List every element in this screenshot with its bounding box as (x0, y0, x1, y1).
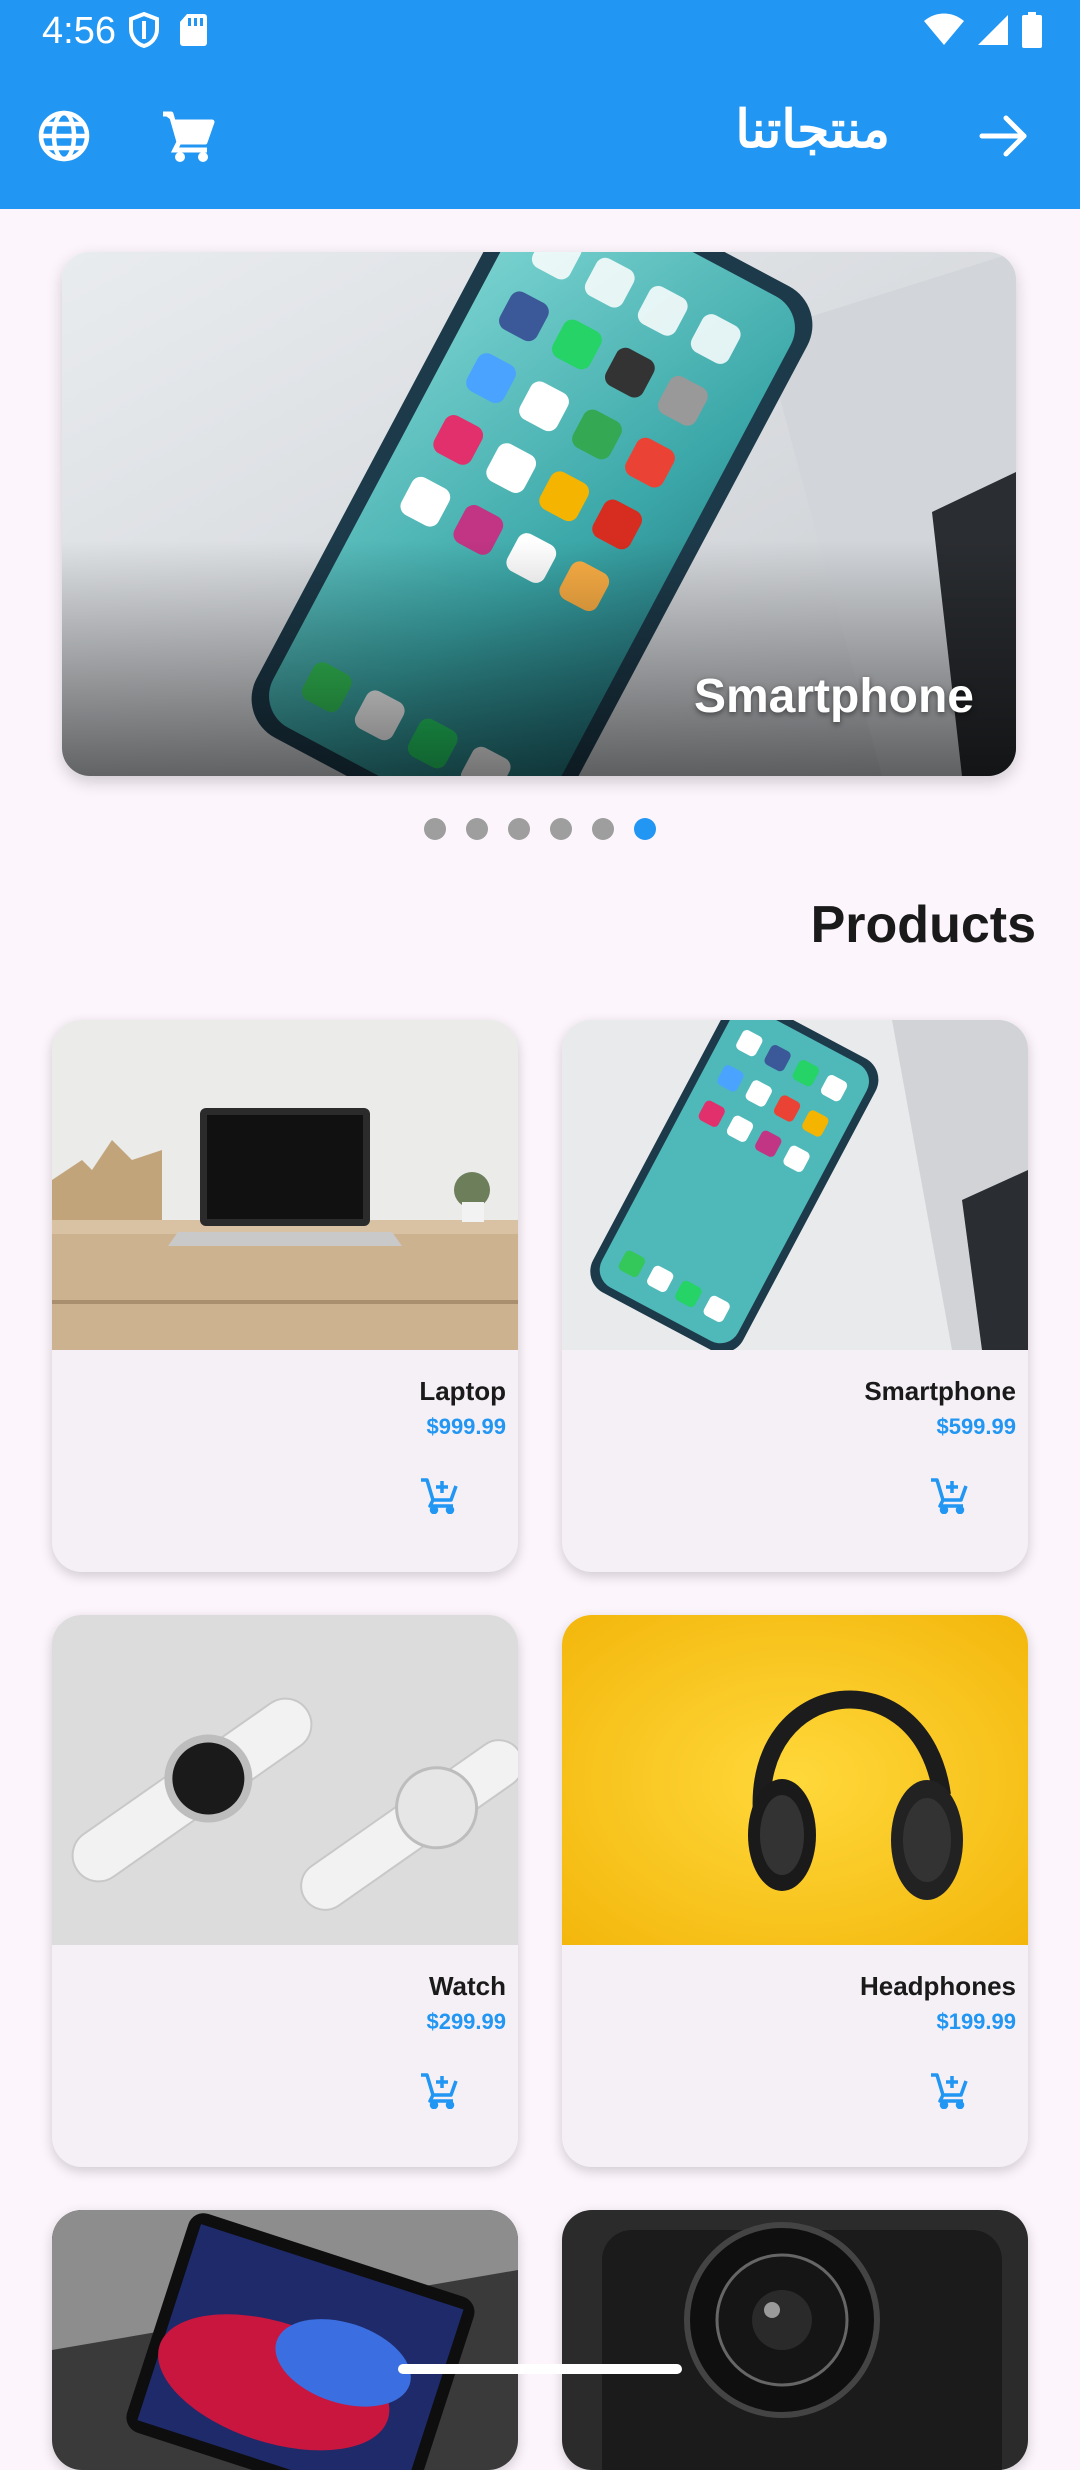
page-title: منتجاتنا (735, 101, 890, 159)
app-bar: 4:56 منتجاتنا (0, 0, 1080, 209)
carousel-dot[interactable] (424, 818, 446, 840)
smartphone-image (562, 1020, 1028, 1350)
add-to-cart-icon[interactable] (414, 1472, 464, 1518)
status-left-icons (128, 11, 208, 53)
carousel-dot[interactable] (466, 818, 488, 840)
cart-icon[interactable] (156, 104, 220, 168)
arrow-forward-icon[interactable] (972, 104, 1036, 168)
shield-icon (128, 11, 160, 53)
laptop-image (52, 1020, 518, 1350)
carousel-dot[interactable] (550, 818, 572, 840)
add-to-cart-icon[interactable] (414, 2067, 464, 2113)
status-time: 4:56 (42, 10, 116, 52)
product-name: Smartphone (864, 1376, 1016, 1406)
product-name: Headphones (859, 1971, 1016, 2001)
add-to-cart-icon[interactable] (924, 1472, 974, 1518)
add-to-cart-icon[interactable] (924, 2067, 974, 2113)
product-price: $199.99 (936, 2009, 1016, 2034)
product-card[interactable] (52, 2210, 518, 2470)
home-indicator[interactable] (398, 2364, 682, 2374)
product-card[interactable] (562, 2210, 1028, 2470)
product-name: Laptop (419, 1376, 506, 1406)
sd-card-icon (178, 12, 208, 53)
tablet-image (52, 2210, 518, 2470)
carousel-dot[interactable] (508, 818, 530, 840)
headphones-image (562, 1615, 1028, 1945)
carousel-banner[interactable]: Smartphone (62, 252, 1016, 776)
product-card[interactable]: Smartphone $599.99 (562, 1020, 1028, 1572)
carousel-indicator (0, 818, 1080, 840)
wifi-icon (924, 13, 964, 52)
watch-image (52, 1615, 518, 1945)
carousel-dot-active[interactable] (634, 818, 656, 840)
battery-icon (1022, 12, 1042, 53)
status-right-icons (924, 12, 1042, 53)
section-title: Products (810, 896, 1036, 954)
product-price: $299.99 (426, 2009, 506, 2034)
carousel-caption: Smartphone (693, 670, 974, 723)
camera-image (562, 2210, 1028, 2470)
product-card[interactable]: Headphones $199.99 (562, 1615, 1028, 2167)
product-card[interactable]: Watch $299.99 (52, 1615, 518, 2167)
product-card[interactable]: Laptop $999.99 (52, 1020, 518, 1572)
globe-icon[interactable] (32, 104, 96, 168)
product-price: $999.99 (426, 1414, 506, 1439)
product-price: $599.99 (936, 1414, 1016, 1439)
carousel-dot[interactable] (592, 818, 614, 840)
signal-icon (976, 13, 1010, 52)
product-name: Watch (428, 1971, 506, 2001)
